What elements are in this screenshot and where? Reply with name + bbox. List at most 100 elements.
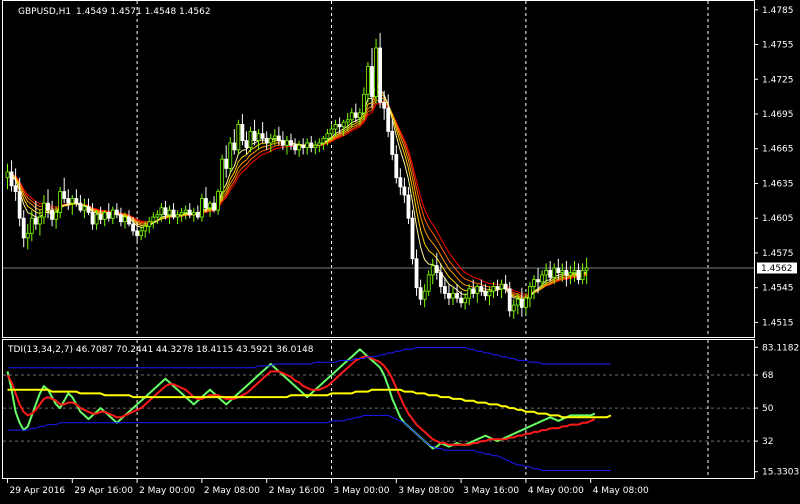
indicator-axis-label: 32	[762, 437, 773, 447]
candle-body	[70, 198, 75, 204]
time-axis[interactable]: 29 Apr 2016 29 Apr 16:00 2 May 00:00 2 May …	[7, 478, 649, 496]
time-axis-label: 3 May 00:00	[334, 486, 390, 496]
candle-body	[459, 297, 464, 304]
candle-body	[584, 267, 589, 271]
candle-body	[232, 142, 237, 151]
symbol-timeframe-label: GBPUSD,H1	[18, 7, 71, 17]
price-axis[interactable]: 1.4785 1.4755 1.4725 1.4695 1.4665 1.4635 1.46…	[754, 6, 794, 329]
candle-body	[317, 142, 322, 146]
candle-body	[216, 191, 221, 211]
time-axis-label: 4 May 08:00	[593, 486, 649, 496]
price-axis-label: 1.4755	[762, 41, 794, 51]
candle-body	[483, 290, 488, 297]
candle-body	[175, 214, 180, 218]
candle-body	[422, 290, 427, 300]
candle-body	[187, 209, 192, 216]
candle-body	[228, 142, 233, 169]
candle-body	[503, 283, 508, 290]
candle-body	[406, 194, 411, 219]
tdi-signal-line	[6, 355, 596, 446]
candle-body	[515, 298, 520, 306]
candle-body	[58, 191, 63, 213]
candle-body	[341, 121, 346, 128]
candle-body	[560, 269, 565, 274]
candle-body	[374, 47, 378, 98]
candle-body	[139, 230, 144, 236]
candle-body	[455, 293, 459, 299]
candle-body	[451, 293, 455, 299]
candle-body	[580, 269, 585, 280]
indicator-axis-label: 68	[762, 371, 774, 381]
chart-canvas[interactable]: GBPUSD,H1 1.4549 1.4571 1.4548 1.4562 1.…	[0, 0, 800, 500]
candle-body	[345, 119, 350, 123]
price-axis-label: 1.4725	[762, 75, 794, 85]
candle-body	[131, 223, 135, 232]
candle-body	[143, 225, 148, 232]
candle-body	[564, 269, 569, 276]
candle-body	[524, 297, 528, 308]
candle-body	[309, 142, 314, 148]
candle-body	[572, 269, 577, 274]
candle-body	[183, 209, 188, 213]
candle-body	[90, 212, 95, 225]
candle-body	[349, 112, 354, 121]
indicator-axis-label: 15.3303	[762, 468, 799, 478]
main-price-panel[interactable]: GBPUSD,H1 1.4549 1.4571 1.4548 1.4562	[2, 0, 755, 338]
candle-body	[195, 212, 200, 218]
candle-body	[475, 286, 480, 294]
candle-body	[224, 158, 229, 169]
indicator-label: TDI(13,34,2,7) 46.7087 70.2441 44.3278 1…	[7, 345, 314, 355]
candle-body	[442, 286, 447, 294]
candle-body	[471, 288, 476, 294]
ma-ribbon-line	[7, 103, 587, 296]
candle-body	[29, 217, 34, 234]
candle-body	[491, 286, 496, 292]
candle-body	[159, 207, 164, 216]
current-price-tag-text: 1.4562	[761, 264, 793, 274]
indicator-axis[interactable]: 83.1182 68 50 32 15.3303	[754, 343, 799, 478]
candlestick-series	[5, 32, 589, 319]
candle-body	[463, 297, 468, 304]
candle-body	[171, 209, 176, 218]
candle-body	[82, 206, 87, 211]
tdi-lines	[6, 347, 612, 471]
candle-body	[333, 124, 338, 130]
indicator-panel-frame	[2, 339, 755, 479]
time-axis-label: 3 May 08:00	[398, 486, 454, 496]
time-axis-label: 29 Apr 16:00	[74, 486, 133, 496]
candle-body	[264, 137, 269, 144]
ma-ribbon-line	[7, 99, 587, 297]
candle-body	[94, 214, 99, 225]
time-axis-label: 4 May 00:00	[528, 486, 584, 496]
candle-body	[272, 135, 277, 139]
candle-body	[25, 232, 30, 239]
candle-body	[430, 265, 435, 276]
candle-body	[418, 287, 423, 300]
indicator-axis-label: 83.1182	[762, 343, 799, 353]
candle-body	[33, 217, 38, 225]
time-axis-label: 29 Apr 2016	[10, 486, 66, 496]
candle-body	[244, 140, 249, 148]
candle-body	[305, 142, 310, 148]
candle-body	[402, 186, 407, 196]
ohlc-readout: 1.4549 1.4571 1.4548 1.4562	[76, 7, 211, 17]
candle-body	[13, 185, 18, 192]
candle-body	[370, 66, 374, 98]
candle-body	[398, 177, 403, 188]
candle-body	[353, 112, 358, 118]
tdi-indicator-panel[interactable]: TDI(13,34,2,7) 46.7087 70.2441 44.3278 1…	[2, 339, 755, 479]
candle-body	[414, 258, 419, 289]
candle-body	[119, 214, 123, 223]
price-axis-label: 1.4575	[762, 249, 794, 259]
candle-body	[114, 209, 119, 216]
candle-body	[447, 293, 451, 299]
candle-body	[276, 135, 281, 142]
candle-body	[394, 154, 399, 179]
candle-body	[123, 216, 127, 223]
candle-body	[325, 133, 330, 139]
time-axis-label: 2 May 08:00	[204, 486, 260, 496]
price-axis-label: 1.4695	[762, 110, 794, 120]
candle-body	[62, 191, 67, 199]
candle-body	[256, 133, 261, 142]
candle-body	[135, 230, 140, 236]
